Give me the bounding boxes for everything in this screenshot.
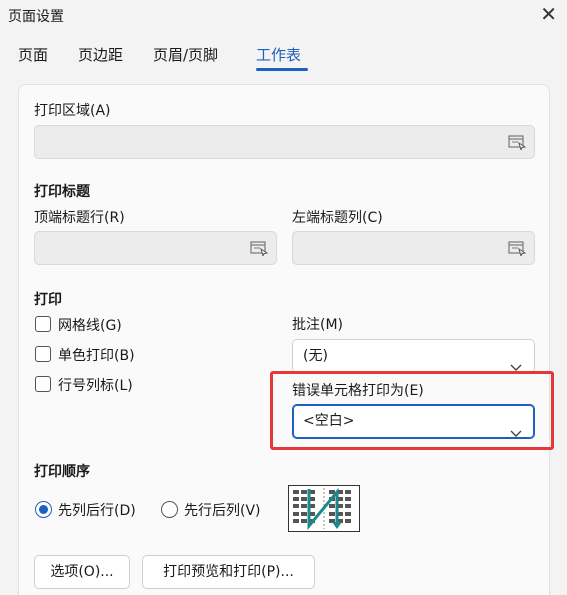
top-rows-label: 顶端标题行(R): [34, 210, 125, 226]
dialog-title: 页面设置: [8, 9, 64, 25]
print-titles-heading: 打印标题: [34, 184, 90, 200]
chevron-down-icon: [510, 418, 522, 437]
row-col-headings-label[interactable]: 行号列标(L): [58, 375, 133, 395]
top-rows-input[interactable]: [34, 231, 277, 265]
print-heading: 打印: [34, 292, 62, 308]
tab-margins[interactable]: 页边距: [78, 44, 123, 65]
tab-bar: 页面 页边距 页眉/页脚 工作表: [0, 44, 567, 74]
comments-label: 批注(M): [292, 317, 344, 333]
over-then-down-radio[interactable]: [161, 501, 178, 518]
range-picker-icon[interactable]: [508, 240, 527, 258]
left-cols-input[interactable]: [292, 231, 535, 265]
error-cells-label: 错误单元格打印为(E): [292, 383, 424, 399]
tab-sheet[interactable]: 工作表: [256, 44, 301, 65]
row-col-headings-checkbox[interactable]: [35, 376, 51, 392]
print-area-input[interactable]: [34, 125, 535, 159]
mono-print-checkbox[interactable]: [35, 346, 51, 362]
left-cols-label: 左端标题列(C): [292, 210, 383, 226]
active-tab-indicator: [256, 68, 308, 71]
close-icon[interactable]: ✕: [540, 2, 557, 26]
range-picker-icon[interactable]: [508, 134, 527, 152]
tab-header-footer[interactable]: 页眉/页脚: [153, 44, 218, 65]
down-then-over-radio[interactable]: [35, 501, 52, 518]
page-order-preview-icon: [288, 485, 360, 532]
print-preview-button[interactable]: 打印预览和打印(P)...: [142, 555, 315, 589]
print-order-heading: 打印顺序: [34, 464, 90, 480]
comments-dropdown[interactable]: (无): [292, 339, 535, 373]
mono-print-label[interactable]: 单色打印(B): [58, 345, 135, 365]
range-picker-icon[interactable]: [250, 240, 269, 258]
gridlines-label[interactable]: 网格线(G): [58, 315, 122, 335]
options-button[interactable]: 选项(O)...: [34, 555, 130, 589]
gridlines-checkbox[interactable]: [35, 316, 51, 332]
chevron-down-icon: [510, 352, 522, 371]
down-then-over-label[interactable]: 先列后行(D): [58, 500, 136, 520]
over-then-down-label[interactable]: 先行后列(V): [184, 500, 261, 520]
print-area-label: 打印区域(A): [34, 103, 111, 119]
error-cells-value: <空白>: [303, 413, 355, 429]
tab-page[interactable]: 页面: [18, 44, 48, 65]
comments-value: (无): [303, 348, 328, 364]
error-cells-dropdown[interactable]: <空白>: [292, 404, 535, 439]
